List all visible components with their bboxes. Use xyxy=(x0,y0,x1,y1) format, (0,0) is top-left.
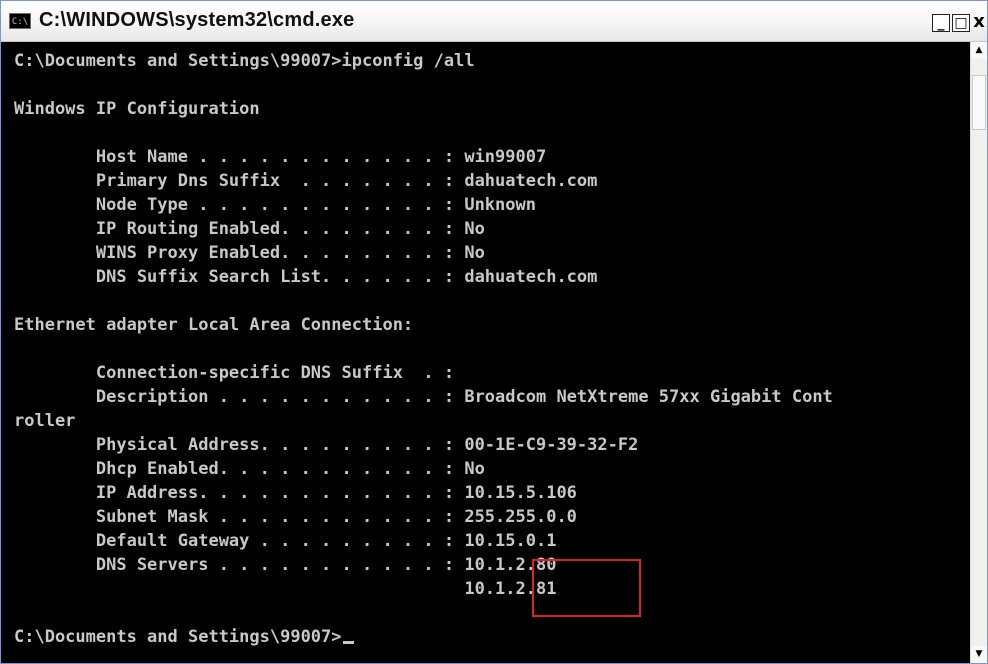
console-prompt: C:\Documents and Settings\99007> xyxy=(14,627,342,647)
console-line: Ethernet adapter Local Area Connection: xyxy=(14,315,414,335)
console-line: C:\Documents and Settings\99007>ipconfig… xyxy=(14,51,475,71)
console-line: Primary Dns Suffix . . . . . . . : dahua… xyxy=(14,171,598,191)
vertical-scrollbar[interactable]: ▲ ▼ xyxy=(970,42,987,663)
scroll-down-arrow-icon[interactable]: ▼ xyxy=(971,646,987,663)
console-line: Physical Address. . . . . . . . . : 00-1… xyxy=(14,435,639,455)
dns-servers-highlight-box xyxy=(532,559,641,617)
console-line: Node Type . . . . . . . . . . . . : Unkn… xyxy=(14,195,536,215)
scroll-up-arrow-icon[interactable]: ▲ xyxy=(971,42,987,59)
maximize-button[interactable]: □ xyxy=(952,14,970,32)
title-bar[interactable]: C:\ C:\WINDOWS\system32\cmd.exe _ □ x xyxy=(1,1,987,42)
close-button[interactable]: x xyxy=(969,13,987,32)
console-line: Connection-specific DNS Suffix . : xyxy=(14,363,455,383)
console-line: DNS Suffix Search List. . . . . . : dahu… xyxy=(14,267,598,287)
console-line: Default Gateway . . . . . . . . . : 10.1… xyxy=(14,531,557,551)
window-title: C:\WINDOWS\system32\cmd.exe xyxy=(39,9,355,31)
scroll-thumb[interactable] xyxy=(972,75,986,130)
console-line: IP Address. . . . . . . . . . . . : 10.1… xyxy=(14,483,577,503)
console-line: 10.1.2.81 xyxy=(14,579,557,599)
console-output[interactable]: C:\Documents and Settings\99007>ipconfig… xyxy=(1,42,970,663)
console-line: Host Name . . . . . . . . . . . . : win9… xyxy=(14,147,547,167)
console-prompt-line[interactable]: C:\Documents and Settings\99007> xyxy=(14,625,354,649)
console-line: WINS Proxy Enabled. . . . . . . . : No xyxy=(14,243,485,263)
console-line: Subnet Mask . . . . . . . . . . . : 255.… xyxy=(14,507,577,527)
console-line: Dhcp Enabled. . . . . . . . . . . : No xyxy=(14,459,485,479)
console-line: Description . . . . . . . . . . . : Broa… xyxy=(14,387,833,407)
console-line: roller xyxy=(14,411,76,431)
minimize-button[interactable]: _ xyxy=(932,14,950,32)
cmd-window: C:\ C:\WINDOWS\system32\cmd.exe _ □ x C:… xyxy=(0,0,988,664)
console-line: IP Routing Enabled. . . . . . . . : No xyxy=(14,219,485,239)
text-cursor xyxy=(342,641,354,644)
console-line: Windows IP Configuration xyxy=(14,99,260,119)
console-line: DNS Servers . . . . . . . . . . . : 10.1… xyxy=(14,555,557,575)
cmd-app-icon[interactable]: C:\ xyxy=(9,13,31,29)
